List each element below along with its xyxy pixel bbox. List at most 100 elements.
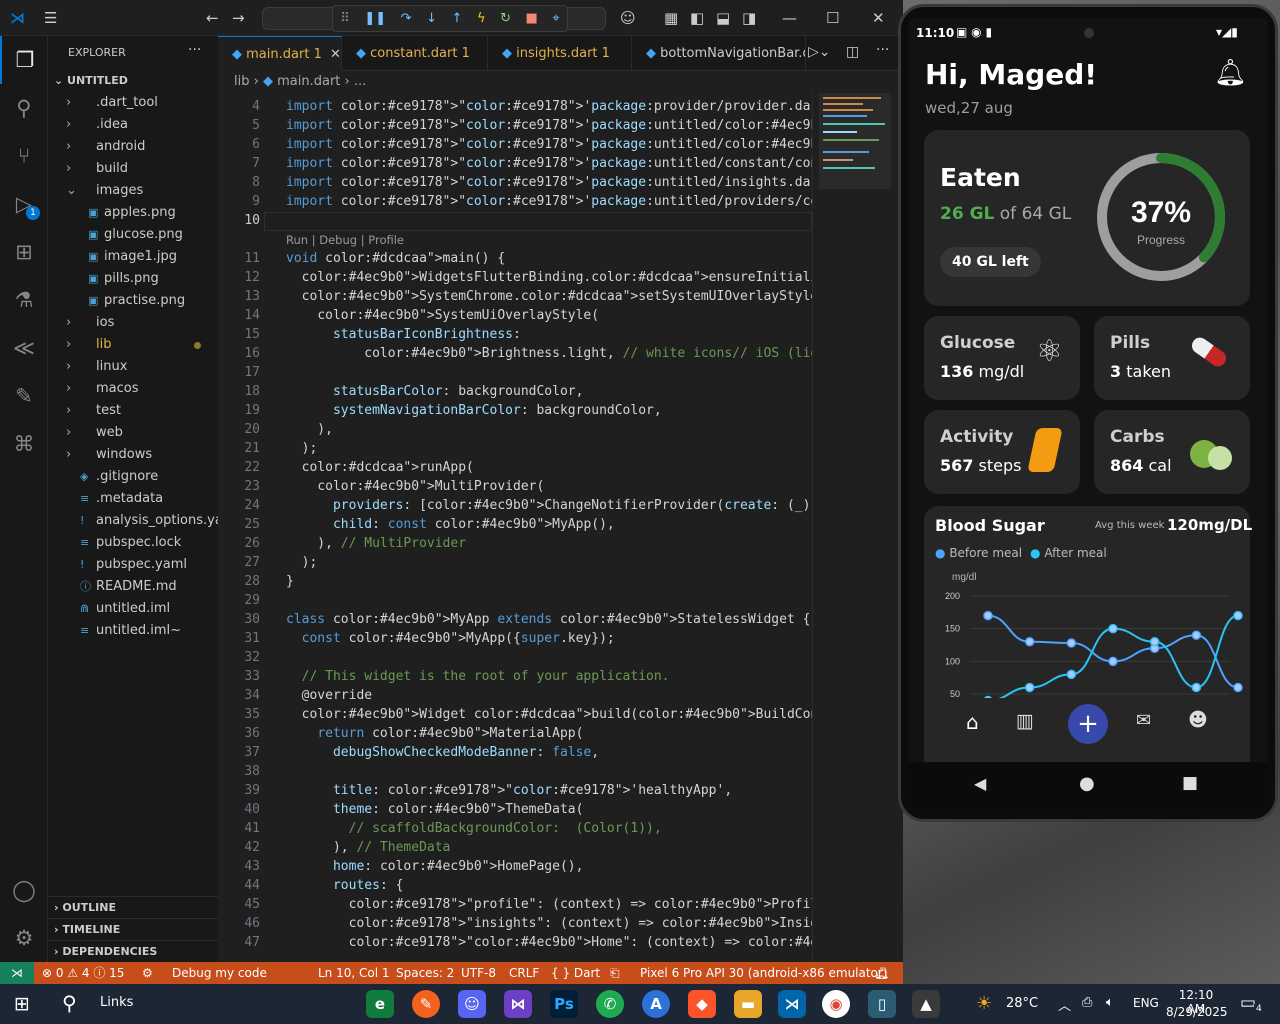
pen-app-icon[interactable]: ✎ [412, 990, 440, 1018]
code-line[interactable]: import color:#ce9178">"color:#ce9178">'p… [286, 118, 812, 133]
tree-item[interactable]: ▣ pills.png [48, 268, 218, 290]
tree-item[interactable]: › lib [48, 334, 218, 356]
code-line[interactable]: routes: { [286, 878, 403, 893]
code-line[interactable]: providers: [color:#4ec9b0">ChangeNotifie… [286, 498, 812, 513]
code-line[interactable]: systemNavigationBarColor: backgroundColo… [286, 403, 662, 418]
dependencies-section[interactable]: › DEPENDENCIES [48, 940, 218, 962]
code-line[interactable]: color:#4ec9b0">MultiProvider( [286, 479, 544, 494]
brave-icon[interactable]: ◆ [688, 990, 716, 1018]
tab-bottom-navigation[interactable]: ◆ bottomNavigationBar.da [632, 36, 806, 71]
minimap-slider[interactable] [819, 93, 891, 189]
flutter-icon[interactable]: ≪ [0, 324, 48, 372]
profile-icon[interactable]: ☻ [1188, 709, 1208, 731]
maximize-icon[interactable]: ☐ [826, 0, 839, 36]
toggle-secondary-icon[interactable]: ◨ [742, 0, 756, 36]
data-point[interactable] [1233, 682, 1243, 693]
code-line[interactable]: ); [286, 441, 318, 456]
more-editor-actions-icon[interactable]: ··· [876, 42, 889, 58]
code-line[interactable]: theme: color:#4ec9b0">ThemeData( [286, 802, 583, 817]
run-debug-icon[interactable]: ▷ 1 [0, 180, 48, 228]
data-point[interactable] [1066, 638, 1077, 648]
device-selector[interactable]: Pixel 6 Pro API 30 (android-x86 emulator… [640, 962, 888, 984]
data-point[interactable] [1066, 669, 1077, 680]
tree-item[interactable]: ▣ image1.jpg [48, 246, 218, 268]
forward-icon[interactable]: → [232, 0, 245, 36]
outline-section[interactable]: › OUTLINE [48, 896, 218, 918]
run-icon[interactable]: ▷⌄ [808, 44, 831, 60]
copilot-icon[interactable]: ☺ [620, 0, 636, 36]
data-point[interactable] [983, 610, 993, 621]
tab-insights-dart[interactable]: ◆ insights.dart 1 [488, 36, 632, 71]
data-point[interactable] [1108, 623, 1118, 634]
code-lens[interactable]: Run | Debug | Profile [286, 233, 404, 247]
tab-close-icon[interactable]: ✕ [330, 47, 341, 62]
code-line[interactable]: ); [286, 555, 318, 570]
code-line[interactable]: color:#ce9178">"color:#4ec9b0">Home": (c… [286, 935, 812, 950]
minimap[interactable] [812, 93, 903, 962]
tab-constant-dart[interactable]: ◆ constant.dart 1 [342, 36, 488, 71]
chat-icon[interactable]: ✉ [1136, 710, 1151, 731]
search-icon[interactable]: ⚲ [0, 84, 48, 132]
code-line[interactable]: color:#4ec9b0">Widget color:#dcdcaa">bui… [286, 707, 812, 722]
tree-item[interactable]: ≡ .metadata [48, 488, 218, 510]
split-editor-icon[interactable]: ◫ [846, 44, 859, 60]
close-window-icon[interactable]: ✕ [872, 0, 885, 36]
code-line[interactable]: void color:#dcdcaa">main() { [286, 251, 505, 266]
search-taskbar-label[interactable]: Links [100, 995, 133, 1010]
edge-icon[interactable]: e [366, 990, 394, 1018]
drag-handle-icon[interactable]: ⠿ [340, 11, 350, 26]
whatsapp-icon[interactable]: ✆ [596, 990, 624, 1018]
data-point[interactable] [1191, 630, 1202, 640]
data-point[interactable] [1108, 656, 1118, 667]
step-out-icon[interactable]: ↑ [452, 11, 463, 26]
data-point[interactable] [1024, 636, 1035, 647]
tree-item[interactable]: › macos [48, 378, 218, 400]
vscode-taskbar-icon[interactable]: ⋊ [778, 990, 806, 1018]
account-icon[interactable]: ◯ [0, 866, 48, 914]
tree-item[interactable]: › .dart_tool [48, 92, 218, 114]
tree-item[interactable]: › build [48, 158, 218, 180]
code-line[interactable]: // This widget is the root of your appli… [286, 669, 670, 684]
search-taskbar-icon[interactable]: ⚲ [62, 991, 77, 1015]
visual-studio-icon[interactable]: ⋈ [504, 990, 532, 1018]
code-line[interactable]: import color:#ce9178">"color:#ce9178">'p… [286, 99, 812, 114]
activity-card[interactable]: Activity 567 steps [924, 410, 1080, 494]
tree-item[interactable]: › android [48, 136, 218, 158]
devtools-icon[interactable]: ⌖ [552, 11, 559, 26]
tree-item[interactable]: ! analysis_options.yaml [48, 510, 218, 532]
tree-item[interactable]: › web [48, 422, 218, 444]
code-line[interactable]: ), // ThemeData [286, 840, 450, 855]
stop-icon[interactable]: ■ [526, 11, 538, 26]
code-line[interactable]: statusBarColor: backgroundColor, [286, 384, 583, 399]
code-line[interactable]: child: const color:#4ec9b0">MyApp(), [286, 517, 615, 532]
explorer-icon[interactable]: ❐ [0, 36, 48, 84]
code-line[interactable]: color:#ce9178">"insights": (context) => … [286, 916, 812, 931]
tray-chevron-icon[interactable]: ︿ [1058, 995, 1071, 1014]
add-button[interactable]: + [1068, 704, 1108, 744]
code-editor[interactable]: 4 import color:#ce9178">"color:#ce9178">'… [218, 93, 812, 962]
file-explorer-icon[interactable]: ▬ [734, 990, 762, 1018]
code-line[interactable]: color:#dcdcaa">runApp( [286, 460, 474, 475]
end-of-line[interactable]: CRLF [509, 962, 539, 984]
chrome-icon[interactable]: ◉ [822, 990, 850, 1018]
clock-date[interactable]: 8/29/2025 [1166, 1005, 1228, 1019]
code-line[interactable]: color:#4ec9b0">Brightness.light, // whit… [286, 346, 812, 361]
code-line[interactable]: const color:#4ec9b0">MyApp({super.key}); [286, 631, 615, 646]
android-emulator-icon[interactable]: ▯ [868, 990, 896, 1018]
code-line[interactable]: @override [286, 688, 372, 703]
photos-icon[interactable]: ▲ [912, 990, 940, 1018]
code-line[interactable]: // scaffoldBackgroundColor: (Color(1)), [286, 821, 662, 836]
code-line[interactable]: ), // MultiProvider [286, 536, 466, 551]
remote-indicator-icon[interactable]: ⋊ [0, 962, 34, 984]
android-back-icon[interactable]: ◀ [974, 774, 986, 793]
code-line[interactable]: return color:#4ec9b0">MaterialApp( [286, 726, 583, 741]
code-line[interactable]: } [286, 574, 294, 589]
code-line[interactable]: import color:#ce9178">"color:#ce9178">'p… [286, 137, 812, 152]
code-line[interactable]: title: color:#ce9178">"color:#ce9178">'h… [286, 783, 732, 798]
remote-icon[interactable]: ⌘ [0, 420, 48, 468]
android-home-icon[interactable]: ● [1079, 773, 1095, 794]
restart-icon[interactable]: ↻ [500, 11, 511, 26]
tree-item[interactable]: ≡ untitled.iml~ [48, 620, 218, 642]
indentation[interactable]: Spaces: 2 [396, 962, 454, 984]
glucose-card[interactable]: Glucose 136 mg/dl ⚛ [924, 316, 1080, 400]
